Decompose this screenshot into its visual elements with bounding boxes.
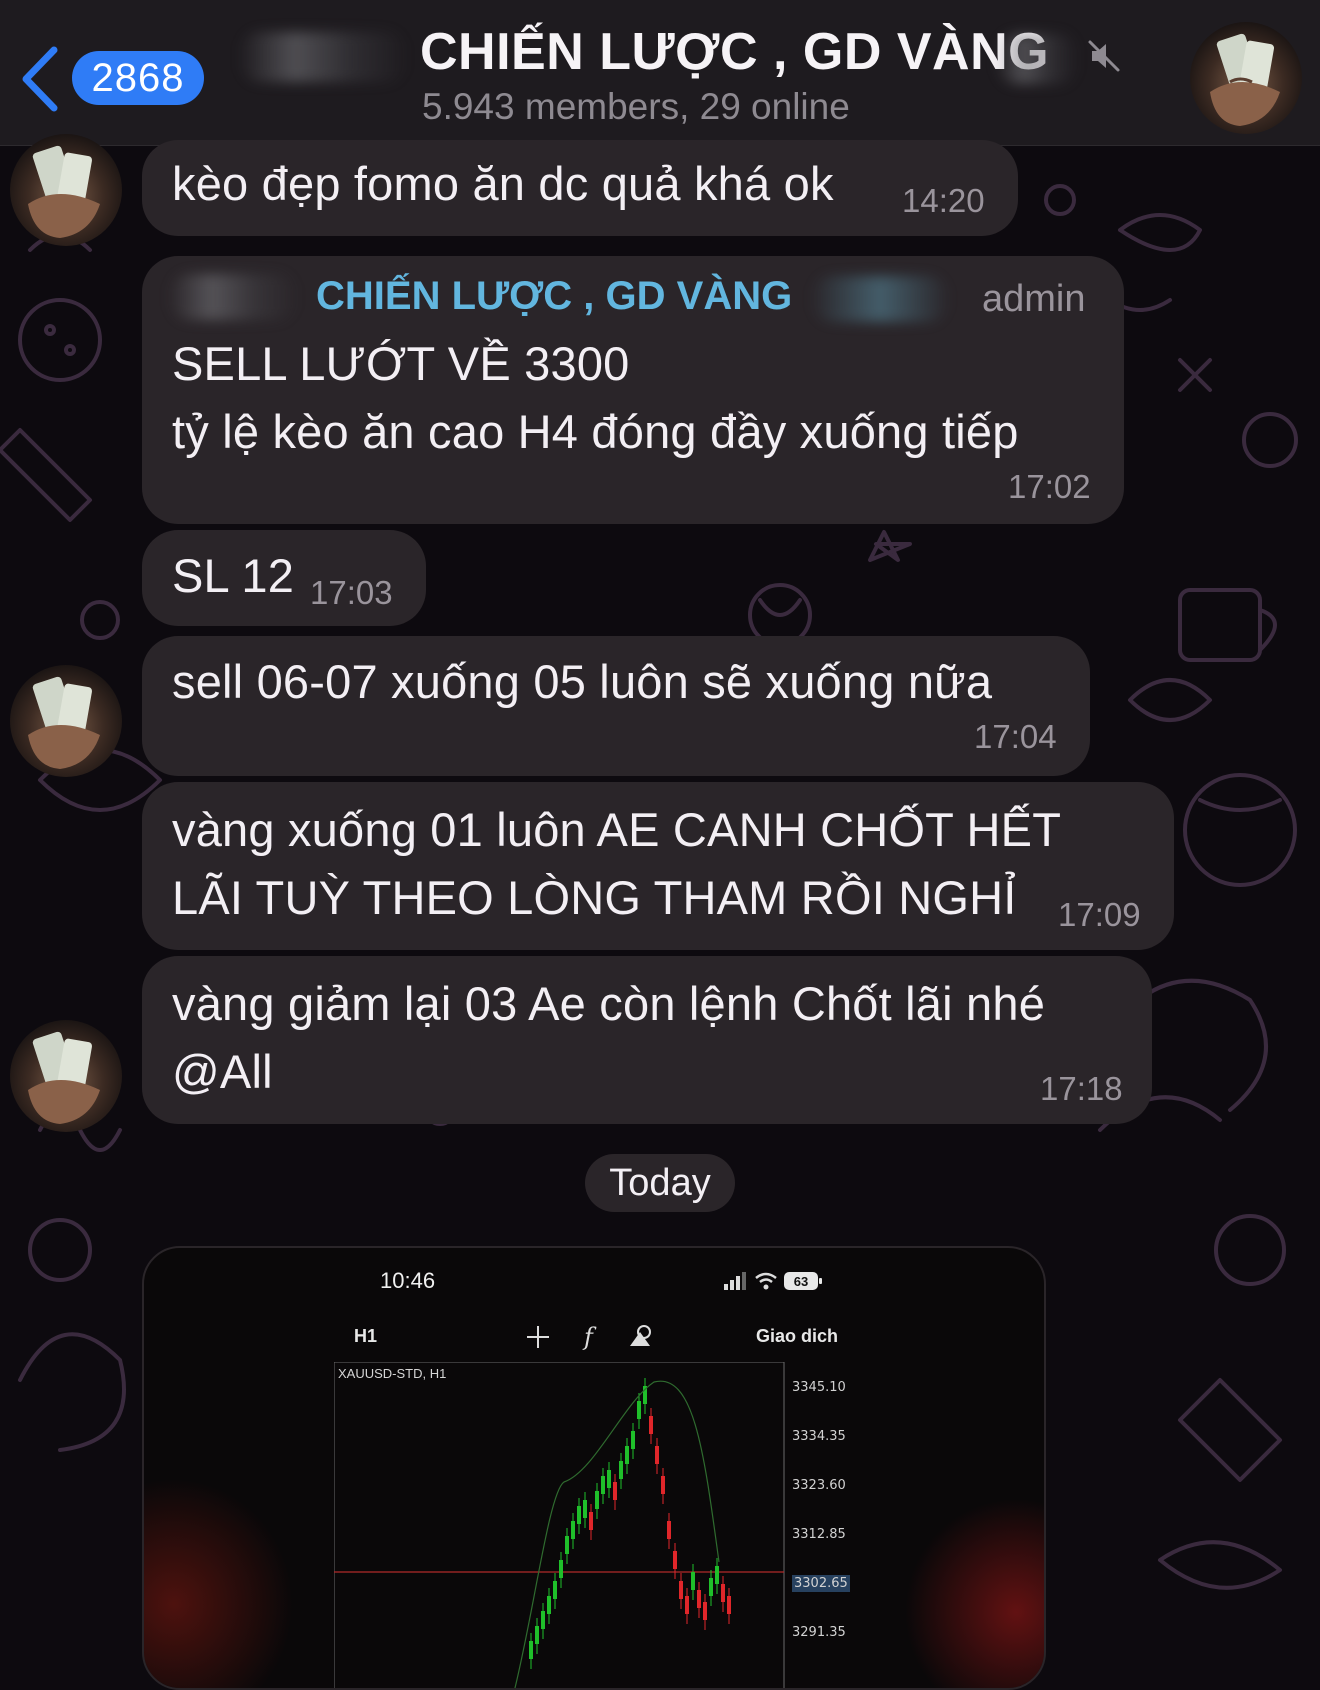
candle-body — [625, 1446, 629, 1464]
candle-body — [541, 1611, 545, 1629]
indicator-band — [514, 1380, 720, 1688]
chat-subtitle[interactable]: 5.943 members, 29 online — [422, 86, 850, 128]
candle-body — [697, 1590, 701, 1608]
candle-body — [589, 1512, 593, 1530]
candle-body — [613, 1482, 617, 1500]
message-time: 17:03 — [310, 574, 393, 611]
candle-body — [631, 1431, 635, 1449]
message-text: sell 06-07 xuống 05 luôn sẽ xuống nữa — [172, 655, 993, 708]
message-time: 17:09 — [1058, 896, 1141, 933]
candle-body — [703, 1602, 707, 1620]
candle-body — [577, 1506, 581, 1524]
muted-speaker-icon — [1088, 40, 1120, 72]
candle-body — [715, 1566, 719, 1584]
message-time: 17:18 — [1040, 1070, 1123, 1107]
svg-text:f: f — [582, 1323, 597, 1351]
sender-avatar[interactable] — [10, 665, 122, 777]
candle-body — [529, 1641, 533, 1659]
candle-body — [571, 1521, 575, 1539]
message-time: 14:20 — [902, 182, 985, 219]
candle-body — [553, 1581, 557, 1599]
trade-tab: Giao dich — [756, 1326, 839, 1346]
sender-avatar[interactable] — [10, 134, 122, 246]
price-tick: 3323.60 — [792, 1478, 846, 1493]
message-time: 17:02 — [1008, 468, 1091, 505]
chevron-left-icon[interactable] — [18, 44, 62, 114]
sender-name[interactable]: CHIẾN LƯỢC , GD VÀNG — [316, 274, 792, 319]
candle-body — [559, 1560, 563, 1578]
chart-tools: f — [527, 1323, 651, 1351]
current-price-tick: 3302.65 — [792, 1575, 850, 1592]
message-bubble[interactable]: CHIẾN LƯỢC , GD VÀNG admin SELL LƯỚT VỀ … — [142, 256, 1124, 524]
candle-body — [721, 1584, 725, 1602]
price-tick: 3345.10 — [792, 1380, 846, 1395]
message-text-line-1: vàng xuống 01 luôn AE CANH CHỐT HẾT — [172, 803, 1062, 856]
candle-body — [637, 1401, 641, 1419]
candle-body — [535, 1626, 539, 1644]
message-bubble[interactable]: vàng giảm lại 03 Ae còn lệnh Chốt lãi nh… — [142, 956, 1152, 1124]
crosshair-icon — [527, 1326, 549, 1348]
message-text-line-1: SELL LƯỚT VỀ 3300 — [172, 337, 630, 390]
chart-symbol: XAUUSD-STD, H1 — [338, 1366, 447, 1381]
group-avatar[interactable] — [1190, 22, 1302, 134]
candle-body — [727, 1596, 731, 1614]
message-bubble[interactable]: vàng xuống 01 luôn AE CANH CHỐT HẾT LÃI … — [142, 782, 1174, 950]
timeframe-label: H1 — [354, 1326, 378, 1346]
photo-glow-right — [904, 1498, 1044, 1688]
message-text-line-2: LÃI TUỲ THEO LÒNG THAM RỒI NGHỈ — [172, 871, 1017, 924]
candle-body — [601, 1476, 605, 1494]
function-icon: f — [582, 1323, 597, 1351]
candle-body — [607, 1470, 611, 1488]
candle-body — [595, 1491, 599, 1509]
candle-body — [661, 1476, 665, 1494]
candle-body — [673, 1551, 677, 1569]
message-text-line-2: tỷ lệ kèo ăn cao H4 đóng đầy xuống tiếp — [172, 405, 1019, 458]
candlestick-chart — [334, 1362, 785, 1688]
candle-body — [691, 1572, 695, 1590]
unread-count-badge[interactable]: 2868 — [72, 51, 204, 105]
redacted-title-suffix — [995, 34, 1079, 84]
message-text-line-2: @All — [172, 1045, 273, 1098]
message-bubble[interactable]: sell 06-07 xuống 05 luôn sẽ xuống nữa 17… — [142, 636, 1090, 776]
chat-title[interactable]: CHIẾN LƯỢC , GD VÀNG — [420, 22, 1049, 82]
admin-tag: admin — [982, 278, 1086, 320]
battery-level: 63 — [794, 1274, 808, 1289]
sender-avatar[interactable] — [10, 1020, 122, 1132]
price-tick: 3291.35 — [792, 1625, 846, 1640]
candle-body — [655, 1446, 659, 1464]
message-bubble[interactable]: kèo đẹp fomo ăn dc quả khá ok 14:20 — [142, 140, 1018, 236]
candle-body — [649, 1416, 653, 1434]
redacted-title-prefix — [238, 32, 408, 82]
candle-body — [547, 1596, 551, 1614]
candle-body — [709, 1578, 713, 1596]
candle-body — [583, 1500, 587, 1518]
phone-clock: 10:46 — [380, 1268, 436, 1293]
message-text: kèo đẹp fomo ăn dc quả khá ok — [172, 157, 834, 210]
date-separator: Today — [585, 1154, 735, 1212]
chat-header: 2868 CHIẾN LƯỢC , GD VÀNG 5.943 members,… — [0, 0, 1320, 146]
photo-message[interactable]: 10:46 63 H1 f Giao dich XAUUSD-STD, H1 3… — [142, 1246, 1046, 1690]
message-text-line-1: vàng giảm lại 03 Ae còn lệnh Chốt lãi nh… — [172, 977, 1046, 1030]
objects-icon — [630, 1325, 651, 1346]
candle-body — [619, 1461, 623, 1479]
candle-body — [679, 1581, 683, 1599]
candle-body — [667, 1521, 671, 1539]
photo-glow-left — [144, 1478, 294, 1688]
message-time: 17:04 — [974, 718, 1057, 755]
message-bubble[interactable]: SL 12 17:03 — [142, 530, 426, 626]
price-tick: 3334.35 — [792, 1429, 846, 1444]
redacted-sender-prefix — [168, 274, 298, 320]
trading-screenshot: 10:46 63 H1 f Giao dich XAUUSD-STD, H1 3… — [144, 1248, 1044, 1688]
status-bar-icons: 63 — [724, 1272, 822, 1290]
message-text: SL 12 — [172, 549, 295, 602]
price-tick: 3312.85 — [792, 1527, 846, 1542]
redacted-sender-suffix — [810, 276, 950, 322]
candle-body — [685, 1596, 689, 1614]
candle-body — [565, 1536, 569, 1554]
